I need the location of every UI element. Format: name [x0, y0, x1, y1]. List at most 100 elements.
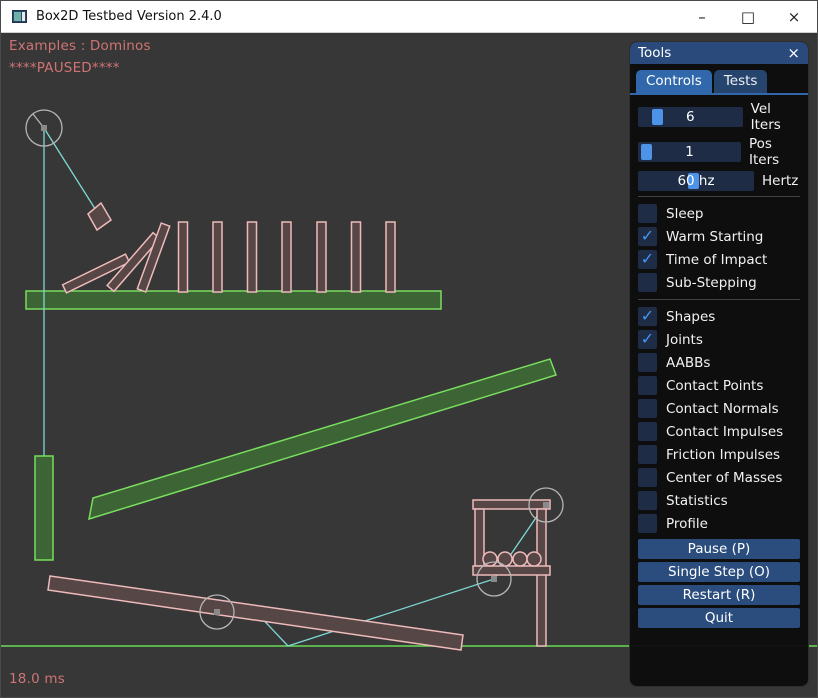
checkbox-label: Center of Masses — [666, 470, 782, 486]
pause-button[interactable]: Pause (P) — [638, 539, 800, 559]
minimize-button[interactable]: – — [679, 1, 725, 33]
hertz-row: 60 hz Hertz — [638, 171, 800, 191]
checkbox-label: Profile — [666, 516, 708, 532]
tab-tests[interactable]: Tests — [714, 70, 768, 93]
checkbox-contact-normals[interactable]: ✓ Contact Normals — [638, 397, 800, 420]
domino-standing — [213, 222, 222, 292]
fallen-dominoes — [63, 223, 170, 293]
checkbox-contact-points[interactable]: ✓ Contact Points — [638, 374, 800, 397]
separator — [638, 196, 800, 197]
checkbox-label: Sleep — [666, 206, 704, 222]
green-ramp — [89, 359, 556, 519]
checkbox-box[interactable]: ✓ — [638, 227, 657, 246]
standing-dominoes — [179, 222, 396, 292]
checkbox-label: Shapes — [666, 309, 715, 325]
cradle-frame — [473, 500, 550, 646]
tall-green-block — [35, 456, 53, 560]
plank-joint-square — [214, 609, 220, 615]
rope-to-box — [44, 128, 99, 215]
frame-time-label: 18.0 ms — [9, 671, 65, 687]
checkbox-box[interactable]: ✓ — [638, 353, 657, 372]
checkbox-center-of-masses[interactable]: ✓ Center of Masses — [638, 466, 800, 489]
checkbox-joints[interactable]: ✓ Joints — [638, 328, 800, 351]
checkbox-aabbs[interactable]: ✓ AABBs — [638, 351, 800, 374]
cradle-ball — [498, 552, 512, 566]
pos-iters-value: 1 — [638, 142, 741, 162]
checkbox-box[interactable]: ✓ — [638, 250, 657, 269]
cradle-shelf — [473, 566, 550, 575]
checkbox-box[interactable]: ✓ — [638, 330, 657, 349]
hertz-value: 60 hz — [638, 171, 754, 191]
vel-iters-value: 6 — [638, 107, 743, 127]
app-window: Box2D Testbed Version 2.4.0 – □ × — [0, 0, 818, 698]
checkbox-box[interactable]: ✓ — [638, 422, 657, 441]
checkbox-shapes[interactable]: ✓ Shapes — [638, 305, 800, 328]
domino-standing — [317, 222, 326, 292]
pos-iters-row: 1 Pos Iters — [638, 136, 800, 168]
cradle-right-post — [537, 509, 546, 646]
checkbox-contact-impulses[interactable]: ✓ Contact Impulses — [638, 420, 800, 443]
close-button[interactable]: × — [771, 1, 817, 33]
domino-platform — [26, 291, 441, 309]
vel-iters-slider[interactable]: 6 — [638, 107, 743, 127]
checkbox-box[interactable]: ✓ — [638, 204, 657, 223]
cradle-ball — [527, 552, 541, 566]
restart-button[interactable]: Restart (R) — [638, 585, 800, 605]
tools-panel-title: Tools — [638, 45, 671, 61]
checkbox-sleep[interactable]: ✓ Sleep — [638, 202, 800, 225]
checkbox-friction-impulses[interactable]: ✓ Friction Impulses — [638, 443, 800, 466]
checkbox-box[interactable]: ✓ — [638, 307, 657, 326]
checkbox-label: Friction Impulses — [666, 447, 780, 463]
checkbox-box[interactable]: ✓ — [638, 514, 657, 533]
checkbox-time-of-impact[interactable]: ✓ Time of Impact — [638, 248, 800, 271]
example-label: Examples : Dominos — [9, 38, 151, 54]
checkbox-label: AABBs — [666, 355, 710, 371]
tools-tabbar: Controls Tests — [630, 64, 808, 95]
titlebar[interactable]: Box2D Testbed Version 2.4.0 – □ × — [1, 1, 817, 33]
hertz-label: Hertz — [762, 173, 798, 189]
checkbox-label: Statistics — [666, 493, 728, 509]
checkbox-sub-stepping[interactable]: ✓ Sub-Stepping — [638, 271, 800, 294]
checkbox-box[interactable]: ✓ — [638, 273, 657, 292]
cradle-ball — [513, 552, 527, 566]
quit-button[interactable]: Quit — [638, 608, 800, 628]
domino-standing — [248, 222, 257, 292]
maximize-button[interactable]: □ — [725, 1, 771, 33]
window-title: Box2D Testbed Version 2.4.0 — [36, 9, 222, 24]
cradle-top-beam — [473, 500, 550, 509]
checkmark-icon: ✓ — [641, 249, 654, 268]
pos-iters-slider[interactable]: 1 — [638, 142, 741, 162]
swinging-box — [88, 203, 111, 230]
checkbox-warm-starting[interactable]: ✓ Warm Starting — [638, 225, 800, 248]
domino-standing — [179, 222, 188, 292]
checkbox-box[interactable]: ✓ — [638, 399, 657, 418]
domino-standing — [282, 222, 291, 292]
tools-close-icon[interactable]: × — [787, 46, 800, 61]
domino-standing — [352, 222, 361, 292]
physics-canvas[interactable]: Examples : Dominos ****PAUSED**** 18.0 m… — [1, 33, 818, 698]
checkbox-label: Contact Points — [666, 378, 763, 394]
pos-iters-label: Pos Iters — [749, 136, 800, 168]
tab-controls[interactable]: Controls — [636, 70, 712, 93]
tools-panel-titlebar[interactable]: Tools × — [630, 42, 808, 64]
hertz-slider[interactable]: 60 hz — [638, 171, 754, 191]
single-step-button[interactable]: Single Step (O) — [638, 562, 800, 582]
checkbox-label: Warm Starting — [666, 229, 763, 245]
checkmark-icon: ✓ — [641, 226, 654, 245]
checkbox-box[interactable]: ✓ — [638, 468, 657, 487]
checkbox-label: Time of Impact — [666, 252, 767, 268]
checkbox-box[interactable]: ✓ — [638, 445, 657, 464]
vel-iters-label: Vel Iters — [751, 101, 800, 133]
cradle-joint-square-mid — [491, 576, 497, 582]
app-icon — [12, 10, 27, 23]
cradle-joint-square-top — [543, 502, 549, 508]
checkbox-statistics[interactable]: ✓ Statistics — [638, 489, 800, 512]
checkbox-box[interactable]: ✓ — [638, 376, 657, 395]
checkmark-icon: ✓ — [641, 329, 654, 348]
checkbox-box[interactable]: ✓ — [638, 491, 657, 510]
checkbox-label: Contact Normals — [666, 401, 779, 417]
checkbox-label: Joints — [666, 332, 703, 348]
checkbox-profile[interactable]: ✓ Profile — [638, 512, 800, 535]
cradle-balls — [483, 552, 541, 566]
checkmark-icon: ✓ — [641, 306, 654, 325]
